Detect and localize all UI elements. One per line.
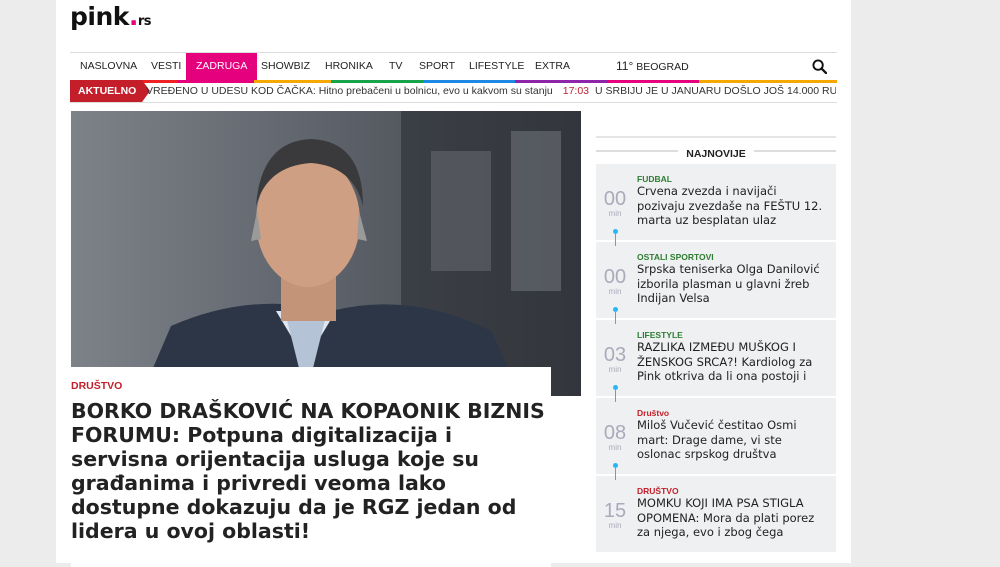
sidebar-title-text: NAJNOVIJE: [678, 148, 754, 160]
hero-image[interactable]: [71, 111, 581, 396]
latest-news-sidebar: NAJNOVIJE 00 min FUDBAL Crvena zvezda i n…: [596, 136, 836, 554]
page: pink.rs NASLOVNA VESTI ZADRUGA SHOWBIZ H…: [56, 0, 851, 567]
nav-item-vesti[interactable]: VESTI: [141, 53, 191, 80]
list-item[interactable]: 15 min DRUŠTVO MOMKU KOJI IMA PSA STIGLA …: [596, 476, 836, 554]
logo-main: pink: [70, 2, 129, 31]
sidebar-title: NAJNOVIJE: [596, 136, 836, 166]
time-ago: 00 min: [603, 266, 627, 296]
item-headline[interactable]: RAZLIKA IZMEĐU MUŠKOG I ŽENSKOG SRCA?! K…: [637, 340, 827, 384]
item-category[interactable]: OSTALI SPORTOVI: [637, 252, 714, 262]
weather-temp: 11°: [616, 59, 634, 73]
nav-item-showbiz[interactable]: SHOWBIZ: [251, 53, 320, 80]
news-ticker: AKTUELNO VREĐENO U UDESU KOD ČAČKA: Hitn…: [70, 80, 837, 103]
nav-item-zadruga[interactable]: ZADRUGA: [186, 53, 258, 80]
item-headline[interactable]: Miloš Vučević čestitao Osmi mart: Drage …: [637, 418, 827, 462]
time-ago: 03 min: [603, 344, 627, 374]
time-ago: 08 min: [603, 422, 627, 452]
ticker-item-text[interactable]: U SRBIJU JE U JANUARU DOŠLO JOŠ 14.000 R…: [595, 85, 836, 97]
article-category[interactable]: DRUŠTVO: [71, 380, 122, 392]
item-headline[interactable]: Srpska teniserka Olga Danilović izborila…: [637, 262, 827, 306]
nav-item-naslovna[interactable]: NASLOVNA: [70, 53, 147, 80]
list-item[interactable]: 03 min LIFESTYLE RAZLIKA IZMEĐU MUŠKOG I …: [596, 320, 836, 402]
nav-item-sport[interactable]: SPORT: [409, 53, 465, 80]
site-logo[interactable]: pink.rs: [70, 2, 152, 31]
ticker-item-time: 17:03: [562, 85, 590, 97]
nav-item-tv[interactable]: TV: [379, 53, 412, 80]
logo-suffix: rs: [137, 14, 152, 29]
item-headline[interactable]: Crvena zvezda i navijači pozivaju zvezda…: [637, 184, 827, 228]
ticker-content[interactable]: VREĐENO U UDESU KOD ČAČKA: Hitno prebače…: [146, 80, 836, 102]
ticker-item-text[interactable]: VREĐENO U UDESU KOD ČAČKA: Hitno prebače…: [146, 85, 553, 97]
article-headline[interactable]: BORKO DRAŠKOVIĆ NA KOPAONIK BIZNIS FORUM…: [71, 399, 551, 543]
list-item[interactable]: 00 min FUDBAL Crvena zvezda i navijači po…: [596, 164, 836, 246]
item-category[interactable]: Društvo: [637, 408, 669, 418]
weather-widget: 11° BEOGRAD: [616, 53, 689, 80]
logo-dot: .: [128, 2, 139, 31]
ticker-label: AKTUELNO: [70, 80, 151, 102]
nav-item-hronika[interactable]: HRONIKA: [315, 53, 383, 80]
item-category[interactable]: LIFESTYLE: [637, 330, 683, 340]
latest-news-list: 00 min FUDBAL Crvena zvezda i navijači po…: [596, 164, 836, 554]
nav-item-lifestyle[interactable]: LIFESTYLE: [459, 53, 534, 80]
search-icon[interactable]: [812, 59, 827, 74]
hero-photo: [71, 111, 581, 396]
item-headline[interactable]: MOMKU KOJI IMA PSA STIGLA OPOMENA: Mora …: [637, 496, 827, 540]
list-item[interactable]: 00 min OSTALI SPORTOVI Srpska teniserka O…: [596, 242, 836, 324]
weather-city: BEOGRAD: [636, 61, 689, 73]
time-ago: 15 min: [603, 500, 627, 530]
item-category[interactable]: DRUŠTVO: [637, 486, 679, 496]
item-category[interactable]: FUDBAL: [637, 174, 672, 184]
nav-item-extra[interactable]: EXTRA: [525, 53, 580, 80]
list-item[interactable]: 08 min Društvo Miloš Vučević čestitao Osm…: [596, 398, 836, 480]
time-ago: 00 min: [603, 188, 627, 218]
main-nav: NASLOVNA VESTI ZADRUGA SHOWBIZ HRONIKA T…: [70, 52, 837, 83]
